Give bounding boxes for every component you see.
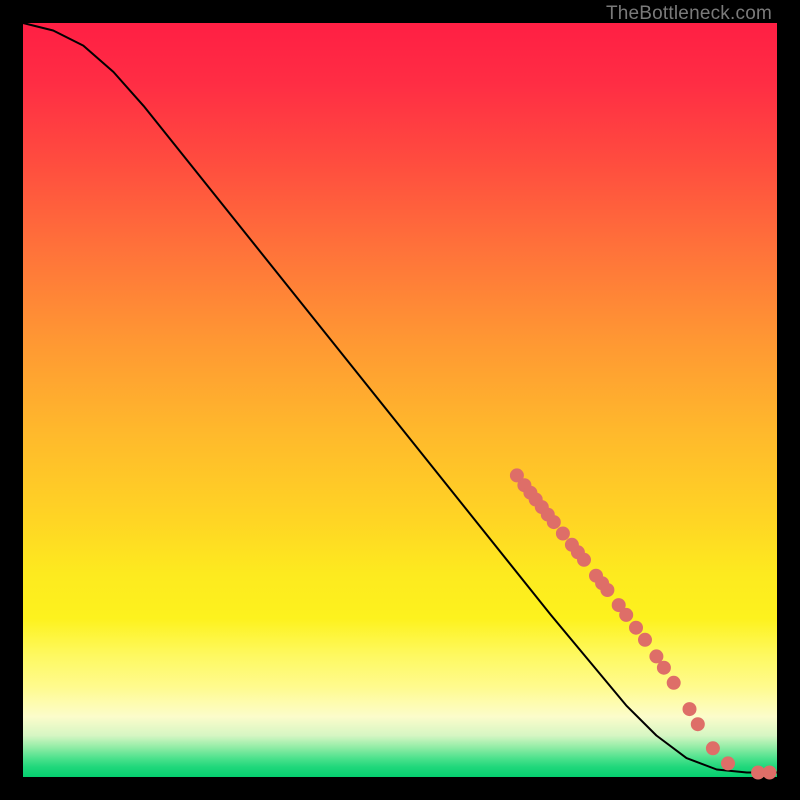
data-point bbox=[691, 718, 704, 731]
data-point bbox=[601, 584, 614, 597]
data-point bbox=[683, 703, 696, 716]
data-point bbox=[657, 661, 670, 674]
data-point bbox=[639, 633, 652, 646]
data-point bbox=[556, 527, 569, 540]
data-point bbox=[763, 766, 776, 779]
data-point bbox=[547, 516, 560, 529]
data-point bbox=[706, 742, 719, 755]
plot-svg bbox=[23, 23, 777, 777]
watermark-text: TheBottleneck.com bbox=[606, 3, 772, 25]
data-point bbox=[650, 650, 663, 663]
bottleneck-curve bbox=[23, 23, 777, 773]
data-point bbox=[630, 621, 643, 634]
chart-area bbox=[23, 23, 777, 777]
data-point bbox=[722, 757, 735, 770]
data-point bbox=[620, 608, 633, 621]
highlight-dots bbox=[510, 469, 776, 779]
data-point bbox=[578, 553, 591, 566]
data-point bbox=[667, 676, 680, 689]
